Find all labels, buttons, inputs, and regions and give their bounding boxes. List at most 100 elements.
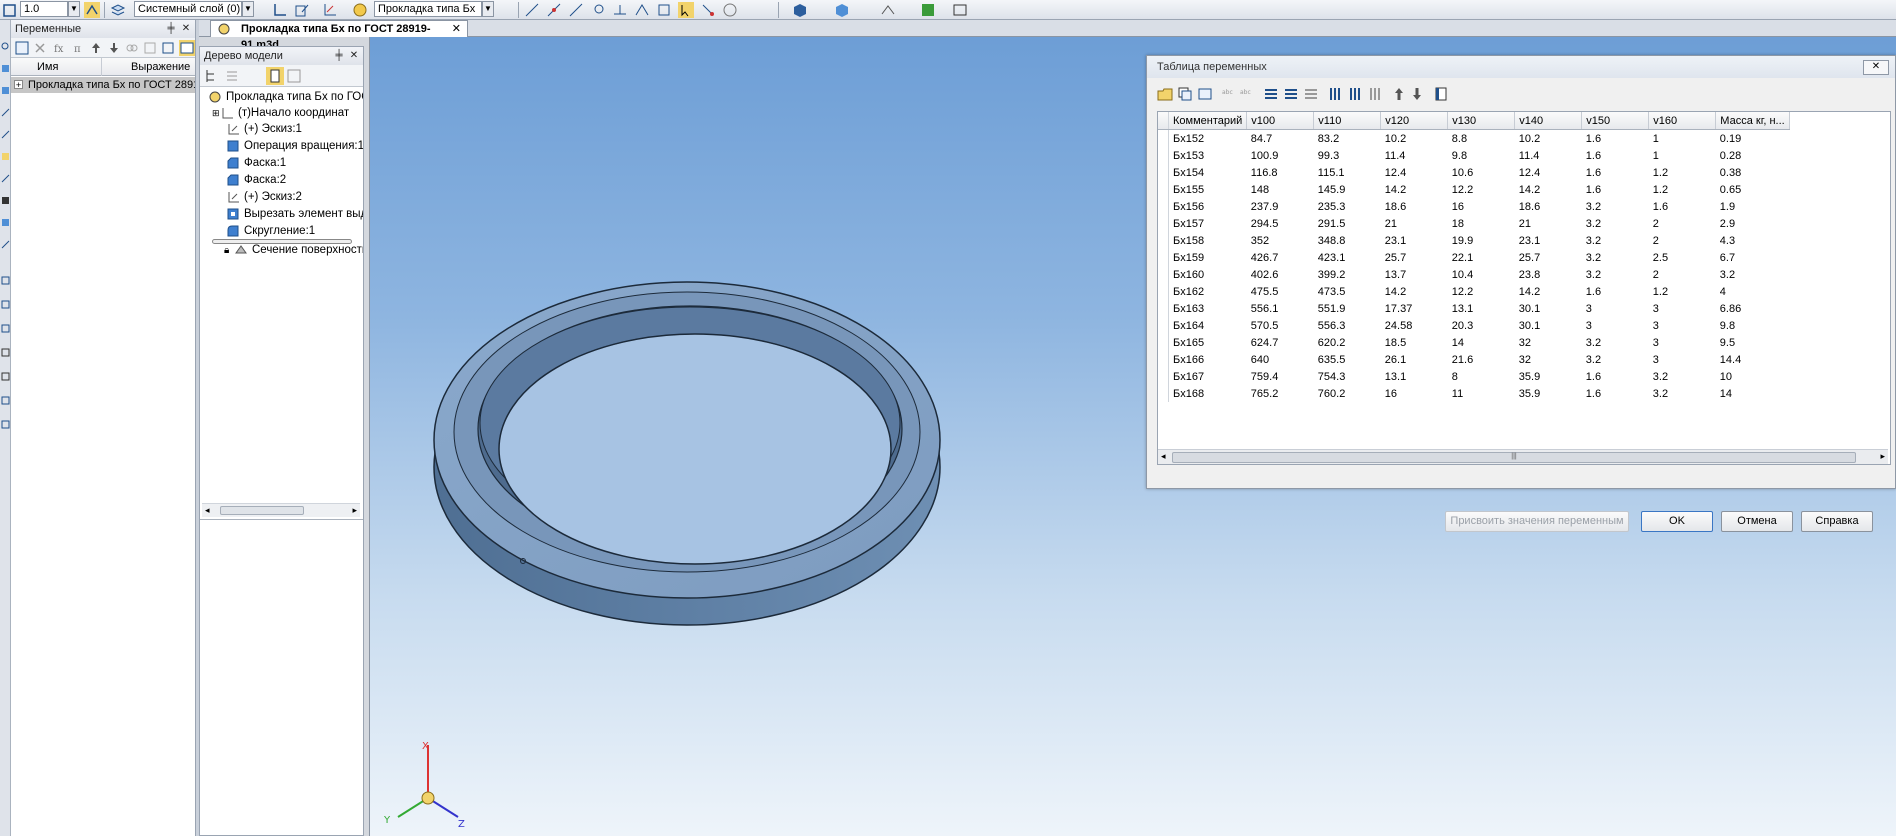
- table-cell[interactable]: Бх154: [1169, 164, 1247, 181]
- table-cell[interactable]: 17.37: [1381, 300, 1448, 317]
- row-header[interactable]: [1158, 368, 1169, 385]
- table-cell[interactable]: 18.6: [1515, 198, 1582, 215]
- row-header[interactable]: [1158, 334, 1169, 351]
- table-cell[interactable]: 3.2: [1582, 351, 1649, 368]
- text-icon[interactable]: [952, 2, 968, 18]
- table-cell[interactable]: 6.86: [1716, 300, 1789, 317]
- row-header[interactable]: [1158, 300, 1169, 317]
- tree-scroll-thumb[interactable]: [220, 506, 304, 515]
- table-cell[interactable]: 23.1: [1515, 232, 1582, 249]
- scroll-right-icon[interactable]: ▸: [352, 505, 357, 516]
- table-cell[interactable]: 35.9: [1515, 385, 1582, 402]
- table-cell[interactable]: 1.9: [1716, 198, 1789, 215]
- table-cell[interactable]: 620.2: [1314, 334, 1381, 351]
- table-cell[interactable]: 3.2: [1582, 266, 1649, 283]
- table-cell[interactable]: 32: [1515, 351, 1582, 368]
- column-header[interactable]: v100: [1246, 112, 1315, 130]
- table-row[interactable]: Бх160 402.6 399.2 13.7 10.4 23.8 3.2 2 3.2: [1158, 266, 1789, 283]
- measure-icon[interactable]: [634, 2, 650, 18]
- column-name-header[interactable]: Имя: [37, 58, 58, 76]
- table-cell[interactable]: 0.65: [1716, 181, 1789, 198]
- column-header[interactable]: Масса кг, н...: [1715, 112, 1790, 130]
- link-icon[interactable]: [125, 41, 139, 55]
- tree-item-origin[interactable]: ⊞ (т)Начало координат: [212, 105, 349, 121]
- table-cell[interactable]: 237.9: [1247, 198, 1314, 215]
- tool-icon[interactable]: [1, 372, 10, 381]
- tool-icon[interactable]: [1, 130, 10, 139]
- table-cell[interactable]: 3.2: [1582, 334, 1649, 351]
- arrow-up-icon[interactable]: [89, 41, 103, 55]
- table-cell[interactable]: 12.2: [1448, 181, 1515, 198]
- table-cell[interactable]: 1.6: [1582, 368, 1649, 385]
- tool-icon[interactable]: [1, 174, 10, 183]
- table-cell[interactable]: 1: [1649, 147, 1716, 164]
- table-cell[interactable]: 18.5: [1381, 334, 1448, 351]
- table-cell[interactable]: 84.7: [1247, 130, 1314, 148]
- table-cell[interactable]: 551.9: [1314, 300, 1381, 317]
- table-row[interactable]: Бх162 475.5 473.5 14.2 12.2 14.2 1.6 1.2 4: [1158, 283, 1789, 300]
- row-header[interactable]: [1158, 198, 1169, 215]
- table-cell[interactable]: 235.3: [1314, 198, 1381, 215]
- variables-table-icon[interactable]: [179, 40, 195, 56]
- open-icon[interactable]: [1157, 86, 1173, 102]
- table-cell[interactable]: 14.2: [1515, 181, 1582, 198]
- table-cell[interactable]: 23.8: [1515, 266, 1582, 283]
- table-cell[interactable]: 3: [1649, 317, 1716, 334]
- pin-icon[interactable]: ╪: [333, 49, 345, 63]
- tree-item-fillet[interactable]: Скругление:1: [226, 223, 315, 239]
- table-cell[interactable]: 115.1: [1314, 164, 1381, 181]
- delete-row-icon[interactable]: [1303, 86, 1319, 102]
- table-cell[interactable]: 12.4: [1515, 164, 1582, 181]
- layers-icon[interactable]: [110, 2, 126, 18]
- tool-icon[interactable]: [1, 276, 10, 285]
- table-cell[interactable]: 30.1: [1515, 300, 1582, 317]
- table-cell[interactable]: 14.2: [1515, 283, 1582, 300]
- scroll-left-icon[interactable]: ◂: [205, 505, 210, 516]
- tree-view-icon[interactable]: [224, 68, 240, 84]
- table-cell[interactable]: 9.5: [1716, 334, 1789, 351]
- sort-icon[interactable]: abc: [1239, 86, 1255, 102]
- column-header[interactable]: v130: [1447, 112, 1516, 130]
- table-cell[interactable]: 624.7: [1247, 334, 1314, 351]
- table-cell[interactable]: 423.1: [1314, 249, 1381, 266]
- object-combo[interactable]: Прокладка типа Бх: [374, 1, 482, 17]
- tool-icon[interactable]: [1, 324, 10, 333]
- table-cell[interactable]: 19.9: [1448, 232, 1515, 249]
- table-row[interactable]: Бх155 148 145.9 14.2 12.2 14.2 1.6 1.2 0.65: [1158, 181, 1789, 198]
- pi-icon[interactable]: π: [71, 41, 85, 55]
- row-header[interactable]: [1158, 215, 1169, 232]
- import-icon[interactable]: [1197, 86, 1213, 102]
- table-cell[interactable]: 2.5: [1649, 249, 1716, 266]
- view-orientation-icon[interactable]: [792, 2, 808, 18]
- table-row[interactable]: Бх168 765.2 760.2 16 11 35.9 1.6 3.2 14: [1158, 385, 1789, 402]
- external-variable-icon[interactable]: [143, 41, 157, 55]
- display-mode-icon[interactable]: [834, 2, 850, 18]
- table-cell[interactable]: 760.2: [1314, 385, 1381, 402]
- row-header[interactable]: [1158, 317, 1169, 334]
- table-cell[interactable]: 13.1: [1381, 368, 1448, 385]
- table-cell[interactable]: 635.5: [1314, 351, 1381, 368]
- table-cell[interactable]: 16: [1448, 198, 1515, 215]
- table-cell[interactable]: 35.9: [1515, 368, 1582, 385]
- table-cell[interactable]: 21: [1381, 215, 1448, 232]
- table-cell[interactable]: 2.9: [1716, 215, 1789, 232]
- scale-dropdown[interactable]: ▼: [68, 1, 80, 17]
- tool-icon[interactable]: [1, 196, 10, 205]
- tool-icon[interactable]: [1, 300, 10, 309]
- table-cell[interactable]: 352: [1247, 232, 1314, 249]
- table-row[interactable]: Бх153 100.9 99.3 11.4 9.8 11.4 1.6 1 0.28: [1158, 147, 1789, 164]
- table-cell[interactable]: 8: [1448, 368, 1515, 385]
- table-cell[interactable]: 23.1: [1381, 232, 1448, 249]
- table-row[interactable]: Бх154 116.8 115.1 12.4 10.6 12.4 1.6 1.2 0.38: [1158, 164, 1789, 181]
- table-row[interactable]: Бх167 759.4 754.3 13.1 8 35.9 1.6 3.2 10: [1158, 368, 1789, 385]
- table-cell[interactable]: 556.1: [1247, 300, 1314, 317]
- table-cell[interactable]: 348.8: [1314, 232, 1381, 249]
- layer-dropdown[interactable]: ▼: [242, 1, 254, 17]
- perspective-icon[interactable]: [880, 2, 896, 18]
- frame-icon[interactable]: [2, 2, 18, 18]
- table-cell[interactable]: 11.4: [1515, 147, 1582, 164]
- ok-button[interactable]: OK: [1641, 511, 1713, 532]
- table-cell[interactable]: Бх168: [1169, 385, 1247, 402]
- tree-item-chamfer-2[interactable]: Фаска:2: [226, 172, 286, 188]
- expand-icon[interactable]: +: [14, 80, 23, 90]
